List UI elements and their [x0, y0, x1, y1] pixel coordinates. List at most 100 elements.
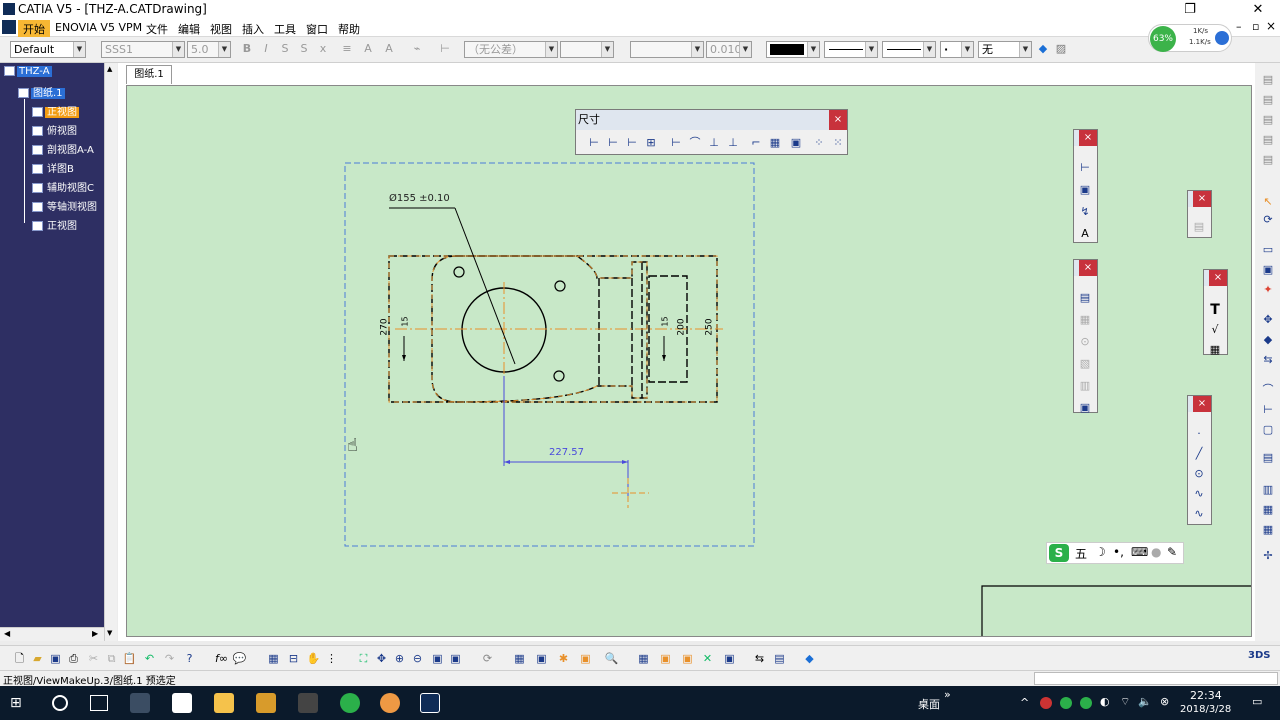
hand-icon[interactable]: ✋ — [306, 651, 321, 666]
sketch-icon[interactable]: ✦ — [1260, 283, 1276, 297]
diameter-dimension[interactable]: Ø155 ±0.10 — [389, 193, 450, 204]
zoom-in-icon[interactable]: ⊕ — [392, 651, 407, 666]
catia-task-icon[interactable] — [420, 693, 440, 713]
windows-start-icon[interactable]: ⊞ — [10, 695, 26, 711]
sketch-tools-icon[interactable]: ✱ — [556, 651, 571, 666]
arc-icon[interactable]: ⌒ — [1260, 383, 1276, 397]
normal-view-icon[interactable]: ▣ — [448, 651, 463, 666]
search-icon[interactable] — [52, 695, 68, 711]
eraser-icon[interactable]: ◆ — [802, 651, 817, 666]
moon-icon[interactable]: ☽ — [1095, 545, 1106, 559]
keyboard-icon[interactable]: ⌨ — [1131, 545, 1148, 559]
text-frame-icon[interactable]: A — [361, 42, 375, 56]
close-button[interactable]: ✕ — [1242, 0, 1274, 19]
chamfer-dimension-icon[interactable]: ⌐ — [748, 135, 764, 151]
tray-icon[interactable] — [1080, 697, 1092, 709]
task-view-icon[interactable] — [90, 695, 108, 711]
dimension-type-icon[interactable]: ⊢ — [438, 42, 452, 56]
sheet-icon[interactable]: ▤ — [1191, 219, 1207, 235]
curve-icon[interactable]: ∿ — [1191, 506, 1207, 522]
roughness-icon[interactable]: √ — [1207, 322, 1223, 338]
child-restore-button[interactable]: ▫ — [1252, 20, 1259, 33]
whats-this-icon[interactable]: ? — [182, 651, 197, 666]
text-icon[interactable]: T — [1207, 302, 1223, 318]
color-combo[interactable]: ▼ — [766, 41, 820, 58]
print-icon[interactable]: ⎙ — [66, 651, 81, 666]
tree-vertical-scrollbar[interactable]: ▲ ▼ — [104, 63, 117, 641]
refresh-icon[interactable]: ⟳ — [480, 651, 495, 666]
grid-icon[interactable]: ▦ — [512, 651, 527, 666]
dimension-hole-left[interactable]: 15 — [401, 316, 410, 326]
text-icon[interactable]: A — [1077, 226, 1093, 242]
broken-icon[interactable]: ▥ — [1077, 378, 1093, 394]
tree-sheet[interactable]: 图纸.1 — [18, 84, 65, 99]
app-icon[interactable] — [256, 693, 276, 713]
chrome-icon[interactable] — [380, 693, 400, 713]
ime-mode[interactable]: 五 — [1075, 545, 1087, 562]
font-size-combo[interactable]: 5.0 ▼ — [187, 41, 231, 58]
tree-view-front[interactable]: 正视图 — [32, 103, 79, 118]
menu-enovia[interactable]: ENOVIA V5 VPM — [50, 20, 147, 35]
wrench-icon[interactable]: ✎ — [1167, 545, 1177, 559]
table-icon[interactable]: ▦ — [1260, 523, 1276, 537]
arrow-icon[interactable]: ⇆ — [1260, 353, 1276, 367]
superscript-icon[interactable]: x — [316, 42, 330, 56]
wifi-icon[interactable]: ⌔ — [1120, 695, 1130, 709]
view-icon[interactable]: ▣ — [1260, 263, 1276, 277]
grid-table-icon[interactable]: ▦ — [266, 651, 281, 666]
clipping-icon[interactable]: ▧ — [1077, 356, 1093, 372]
paste-icon[interactable]: 📋 — [122, 651, 137, 666]
tree-view-detail[interactable]: 详图B — [32, 160, 76, 175]
tree-view-section[interactable]: 剖视图A-A — [32, 141, 96, 156]
generate-icon[interactable]: ▥ — [1260, 483, 1276, 497]
undo-icon[interactable]: ↶ — [142, 651, 157, 666]
punctuation-icon[interactable]: •, — [1113, 545, 1124, 559]
grid-display-icon[interactable]: ▦ — [636, 651, 651, 666]
dimension-left[interactable]: 270 — [380, 318, 390, 335]
restore-button[interactable]: ❐ — [1174, 0, 1206, 19]
sheet-icon[interactable]: ▤ — [1260, 133, 1276, 147]
align-icon[interactable]: ≡ — [340, 42, 354, 56]
analysis-display-icon[interactable]: ▣ — [578, 651, 593, 666]
zoom-area-icon[interactable]: ▣ — [430, 651, 445, 666]
save-icon[interactable]: ▣ — [48, 651, 63, 666]
menu-start[interactable]: 开始 — [18, 20, 50, 38]
desktop-label[interactable]: 桌面 — [918, 696, 940, 712]
redo-icon[interactable]: ↷ — [162, 651, 177, 666]
sheet-icon[interactable]: ▤ — [1260, 113, 1276, 127]
select-icon[interactable]: ↖ — [1260, 195, 1276, 209]
annotation-icon[interactable]: ↯ — [1077, 204, 1093, 220]
scroll-right-icon[interactable]: ▶ — [92, 629, 98, 638]
dimension-right[interactable]: 250 — [705, 318, 715, 335]
tray-icon[interactable]: ◐ — [1100, 695, 1110, 708]
thread-dimension-icon[interactable]: ▦ — [767, 135, 783, 151]
update-icon[interactable]: ⟳ — [1260, 213, 1276, 227]
strike-icon[interactable]: S — [297, 42, 311, 56]
scroll-up-icon[interactable]: ▲ — [107, 65, 112, 73]
table-icon[interactable]: ▦ — [1207, 342, 1223, 358]
layers-icon[interactable]: ▤ — [1260, 451, 1276, 465]
copy-icon[interactable]: ⧉ — [104, 651, 119, 666]
frame-icon[interactable]: ▣ — [658, 651, 673, 666]
stacked-dimension-icon[interactable]: ⊞ — [643, 135, 659, 151]
sheet-icon[interactable]: ▤ — [1260, 93, 1276, 107]
tree-view-isometric[interactable]: 等轴测视图 — [32, 198, 99, 213]
close-icon[interactable]: × — [1079, 130, 1097, 146]
cumulated-dimension-icon[interactable]: ⊢ — [624, 135, 640, 151]
fit-all-icon[interactable]: ⛶ — [356, 651, 371, 666]
open-icon[interactable]: ▰ — [30, 651, 45, 666]
close-icon[interactable]: × — [1193, 191, 1211, 207]
clock-date[interactable]: 2018/3/28 — [1180, 704, 1231, 715]
tree-view-top[interactable]: 俯视图 — [32, 122, 79, 137]
close-icon[interactable]: × — [1079, 260, 1097, 276]
bom-icon[interactable]: ▦ — [1260, 503, 1276, 517]
search-icon[interactable]: 🔍 — [604, 651, 619, 666]
formula-icon[interactable]: f∞ — [214, 651, 229, 666]
tray-icon[interactable] — [1040, 697, 1052, 709]
tolerance-combo[interactable]: （无公差） ▼ — [464, 41, 558, 58]
dimension-icon[interactable]: ⊢ — [586, 135, 602, 151]
projection-icon[interactable]: ▤ — [1077, 290, 1093, 306]
swap-icon[interactable]: ⇆ — [752, 651, 767, 666]
point-icon[interactable]: · — [1191, 426, 1207, 442]
style-combo[interactable]: Default ▼ — [10, 41, 86, 58]
